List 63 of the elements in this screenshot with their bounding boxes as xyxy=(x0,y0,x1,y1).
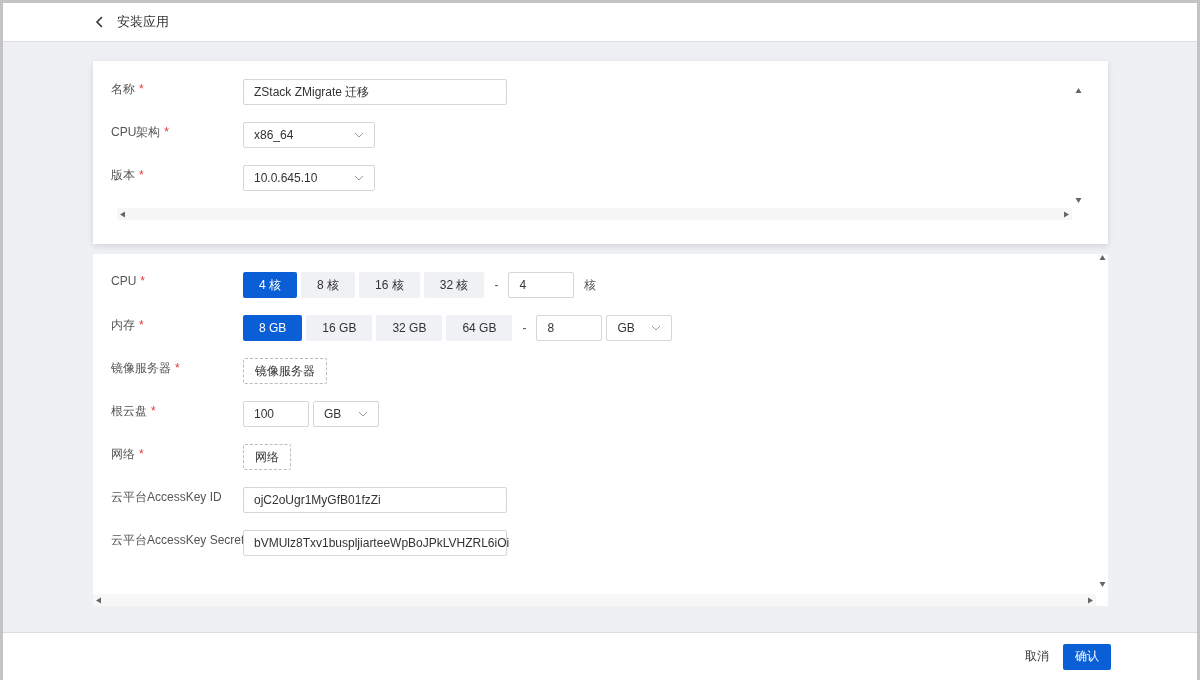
select-value: 10.0.645.10 xyxy=(254,171,318,185)
option-button[interactable]: 8 GB xyxy=(243,315,303,341)
scroll-left-arrow-icon[interactable] xyxy=(95,596,102,604)
select-field[interactable]: GB xyxy=(313,401,379,427)
required-mark: * xyxy=(139,168,144,182)
number-field[interactable]: 4 xyxy=(508,272,575,298)
select-value: GB xyxy=(324,407,342,421)
select-field[interactable]: x86_64 xyxy=(243,122,375,148)
select-value: GB xyxy=(617,321,635,335)
page-title: 安装应用 xyxy=(117,13,169,31)
required-mark: * xyxy=(139,82,144,96)
number-field[interactable]: 8 xyxy=(536,315,603,341)
number-field[interactable]: 100 xyxy=(243,401,309,427)
scroll-up-arrow-icon[interactable] xyxy=(1074,87,1082,94)
cancel-button[interactable]: 取消 xyxy=(1023,642,1051,671)
text-field[interactable]: ZStack ZMigrate 迁移 xyxy=(243,79,507,105)
text-field[interactable]: bVMUlz8Txv1buspljiarteeWpBoJPkLVHZRL6iOi xyxy=(243,530,507,556)
required-mark: * xyxy=(140,274,145,288)
unit-label: 核 xyxy=(584,276,597,294)
chevron-down-icon xyxy=(354,175,364,181)
required-mark: * xyxy=(175,361,180,375)
text-field[interactable]: ojC2oUgr1MyGfB01fzZi xyxy=(243,487,507,513)
field-label: CPU xyxy=(111,274,137,288)
confirm-button[interactable]: 确认 xyxy=(1063,643,1111,670)
chevron-down-icon xyxy=(354,132,364,138)
range-dash: - xyxy=(522,321,527,335)
chevron-down-icon xyxy=(651,325,662,331)
field-label: 云平台AccessKey ID xyxy=(111,490,222,504)
field-label: CPU架构 xyxy=(111,125,161,139)
field-label: 名称 xyxy=(111,82,135,96)
range-dash: - xyxy=(494,278,499,292)
scroll-down-arrow-icon[interactable] xyxy=(1098,581,1106,588)
option-button[interactable]: 32 核 xyxy=(423,272,485,298)
chevron-down-icon xyxy=(358,411,368,417)
field-label: 云平台AccessKey Secret xyxy=(111,533,245,547)
field-label: 根云盘 xyxy=(111,404,147,418)
option-button[interactable]: 64 GB xyxy=(446,315,513,341)
horizontal-scrollbar[interactable] xyxy=(117,208,1072,220)
field-label: 内存 xyxy=(111,318,135,332)
scroll-up-arrow-icon[interactable] xyxy=(1098,254,1106,261)
select-button[interactable]: 网络 xyxy=(243,444,291,470)
field-label: 网络 xyxy=(111,447,135,461)
required-mark: * xyxy=(139,318,144,332)
select-field[interactable]: GB xyxy=(606,315,673,341)
required-mark: * xyxy=(151,404,156,418)
select-field[interactable]: 10.0.645.10 xyxy=(243,165,375,191)
required-mark: * xyxy=(139,447,144,461)
scroll-down-arrow-icon[interactable] xyxy=(1074,197,1082,204)
select-button[interactable]: 镜像服务器 xyxy=(243,358,327,384)
option-button[interactable]: 4 核 xyxy=(243,272,297,298)
field-label: 版本 xyxy=(111,168,135,182)
required-mark: * xyxy=(164,125,169,139)
option-button[interactable]: 32 GB xyxy=(376,315,443,341)
select-value: x86_64 xyxy=(254,128,294,142)
option-button[interactable]: 16 核 xyxy=(359,272,420,298)
horizontal-scrollbar[interactable] xyxy=(93,594,1096,606)
option-button[interactable]: 16 GB xyxy=(306,315,373,341)
field-label: 镜像服务器 xyxy=(111,361,171,375)
option-button[interactable]: 8 核 xyxy=(301,272,356,298)
scroll-right-arrow-icon[interactable] xyxy=(1087,596,1094,604)
back-chevron-icon[interactable] xyxy=(95,16,105,28)
scroll-right-arrow-icon[interactable] xyxy=(1063,210,1070,218)
scroll-left-arrow-icon[interactable] xyxy=(119,210,126,218)
